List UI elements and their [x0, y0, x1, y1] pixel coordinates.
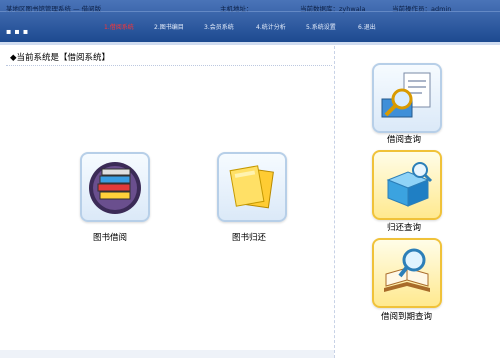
- footer-strip: [0, 350, 334, 358]
- nav-member-system[interactable]: 3.会员系统: [204, 22, 234, 31]
- due-query-button[interactable]: [372, 238, 442, 308]
- return-query-label: 归还查询: [387, 223, 422, 233]
- nav-cataloging[interactable]: 2.图书编目: [154, 22, 184, 31]
- open-books-icon: [229, 165, 274, 209]
- nav-settings[interactable]: 5.系统设置: [306, 22, 336, 31]
- return-query-button[interactable]: [372, 150, 442, 220]
- borrow-books-button[interactable]: [80, 152, 150, 222]
- box-search-icon: [386, 162, 433, 207]
- magnifier-document-icon: [381, 72, 431, 118]
- return-books-label: 图书归还: [232, 233, 267, 243]
- book-magnifier-icon: [384, 248, 430, 292]
- page-title: ◆当前系统是【借阅系统】: [10, 53, 111, 63]
- panel-divider: [334, 46, 335, 358]
- title-divider: [6, 65, 332, 66]
- return-books-button[interactable]: [217, 152, 287, 222]
- borrow-query-button[interactable]: [372, 63, 442, 133]
- nav-borrow-system[interactable]: 1.借阅系统: [104, 22, 134, 31]
- nav-statistics[interactable]: 4.统计分析: [256, 22, 286, 31]
- book-stack-icon: [89, 162, 141, 214]
- top-banner: 某地区图书馆管理系统 — 借阅版 主机地址： 当前数据库：zyhwala 当前操…: [0, 0, 500, 42]
- header-underline: [0, 42, 500, 45]
- nav-exit[interactable]: 6.退出: [358, 22, 376, 31]
- borrow-query-label: 借阅查询: [387, 135, 422, 145]
- borrow-books-label: 图书借阅: [93, 233, 128, 243]
- header-divider: [0, 11, 500, 12]
- due-query-label: 借阅到期查询: [381, 312, 433, 322]
- menu-dots-icon: ▪▪▪: [6, 27, 32, 36]
